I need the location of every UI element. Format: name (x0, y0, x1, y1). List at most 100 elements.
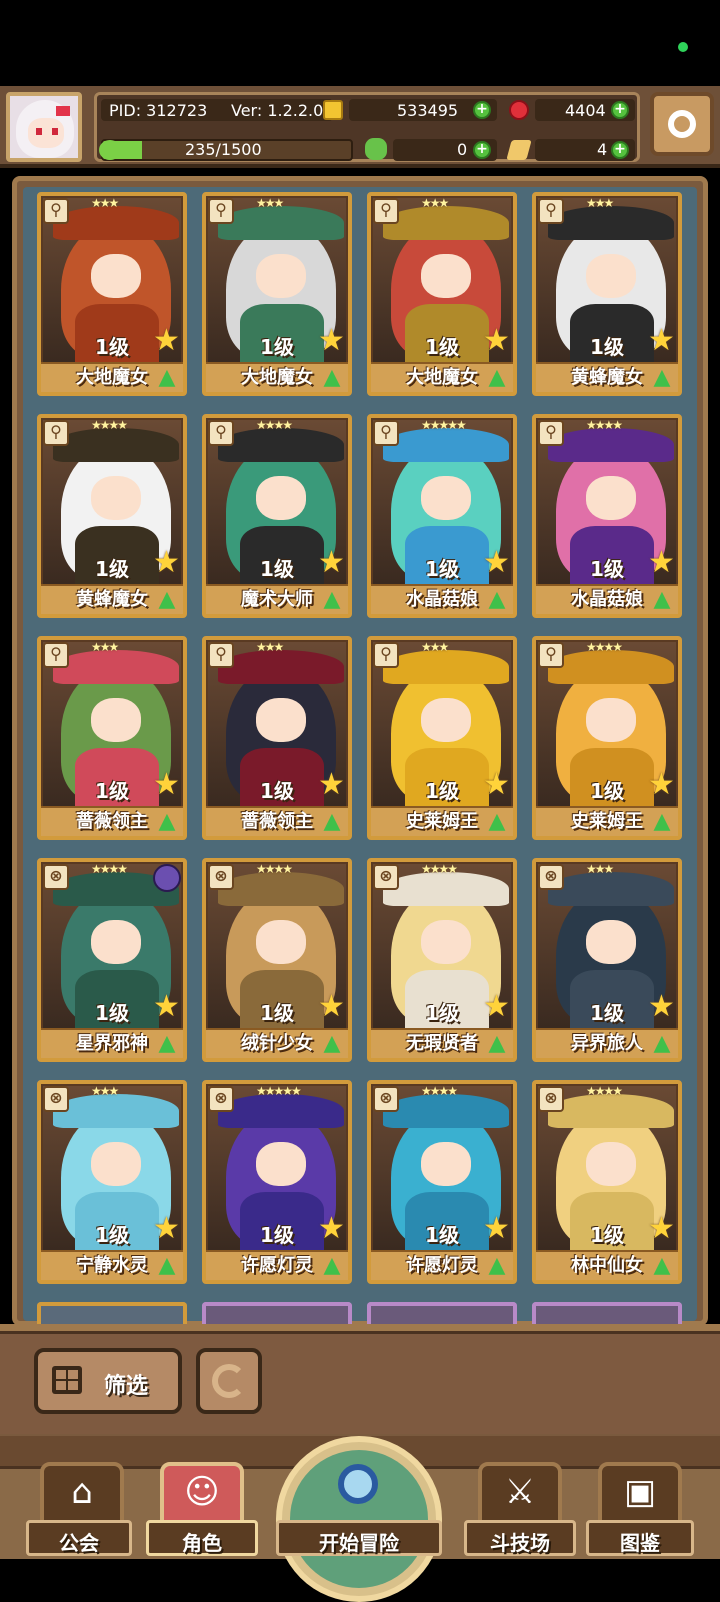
target-icon: ⊗ (538, 1086, 564, 1112)
star-icon: ★ (648, 545, 675, 580)
key-icon: ⚲ (43, 642, 69, 668)
rarity-stars: ★★★★ (586, 418, 623, 432)
upgrade-arrow-icon[interactable]: ▲ (483, 1032, 511, 1056)
upgrade-arrow-icon[interactable]: ▲ (153, 1254, 181, 1278)
refresh-button[interactable] (196, 1348, 262, 1414)
upgrade-arrow-icon[interactable]: ▲ (483, 1254, 511, 1278)
magnifier-icon (338, 1464, 378, 1504)
star-icon: ★ (153, 989, 180, 1024)
character-card[interactable]: ⊗ ★★★ 1级 ★ 宁静水灵 ▲ (37, 1080, 187, 1284)
character-card[interactable]: ⊗ ★★★★ 1级 ★ 无瑕贤者 ▲ (367, 858, 517, 1062)
character-card[interactable]: ⚲ ★★★★ 1级 ★ 水晶菇娘 ▲ (532, 414, 682, 618)
rarity-stars: ★★★ (421, 196, 449, 210)
character-card[interactable]: ⊗ ★★★★ 1级 ★ 绒针少女 ▲ (202, 858, 352, 1062)
character-card[interactable]: ⚲ ★★★ 1级 ★ 蔷薇领主 ▲ (202, 636, 352, 840)
key-icon: ⚲ (373, 420, 399, 446)
star-icon: ★ (648, 767, 675, 802)
upgrade-arrow-icon[interactable]: ▲ (483, 810, 511, 834)
target-icon: ⊗ (208, 864, 234, 890)
star-icon: ★ (318, 989, 345, 1024)
character-card[interactable]: ⊗ ★★★★ 1级 ★ 林中仙女 ▲ (532, 1080, 682, 1284)
star-icon: ★ (153, 323, 180, 358)
character-card[interactable]: ⚲ ★★★ 1级 ★ 大地魔女 ▲ (37, 192, 187, 396)
nav-label-arena-box[interactable]: 斗技场 (464, 1520, 576, 1556)
key-icon: ⚲ (538, 420, 564, 446)
star-icon: ★ (153, 1211, 180, 1246)
star-icon: ★ (483, 767, 510, 802)
upgrade-arrow-icon[interactable]: ▲ (153, 810, 181, 834)
crossed-swords-icon: ⚔ (504, 1472, 536, 1512)
upgrade-arrow-icon[interactable]: ▲ (318, 1254, 346, 1278)
rarity-stars: ★★★★★ (421, 418, 467, 432)
star-icon: ★ (318, 1211, 345, 1246)
star-icon: ★ (483, 1211, 510, 1246)
star-icon: ★ (153, 767, 180, 802)
rarity-stars: ★★★★★ (256, 1084, 302, 1098)
upgrade-arrow-icon[interactable]: ▲ (648, 366, 676, 390)
key-icon: ⚲ (208, 420, 234, 446)
rarity-stars: ★★★ (91, 196, 119, 210)
upgrade-arrow-icon[interactable]: ▲ (318, 588, 346, 612)
target-icon: ⊗ (43, 1086, 69, 1112)
rarity-stars: ★★★★ (421, 862, 458, 876)
rarity-stars: ★★★ (586, 862, 614, 876)
character-card[interactable]: ⚲ ★★★ 1级 ★ 史莱姆王 ▲ (367, 636, 517, 840)
rarity-stars: ★★★★ (586, 1084, 623, 1098)
target-icon: ⊗ (373, 1086, 399, 1112)
star-icon: ★ (318, 323, 345, 358)
upgrade-arrow-icon[interactable]: ▲ (153, 588, 181, 612)
character-card[interactable]: ⊗ ★★★ 1级 ★ 异界旅人 ▲ (532, 858, 682, 1062)
refresh-icon (212, 1364, 246, 1398)
nav-label-codex: 图鉴 (620, 1531, 660, 1555)
target-icon: ⊗ (373, 864, 399, 890)
character-card[interactable]: ⚲ ★★★ 1级 ★ 黄蜂魔女 ▲ (532, 192, 682, 396)
character-card[interactable]: ⊗ ★★★★ 1级 ★ 星界邪神 ▲ (37, 858, 187, 1062)
target-icon: ⊗ (208, 1086, 234, 1112)
upgrade-arrow-icon[interactable]: ▲ (318, 1032, 346, 1056)
nav-label-character-box[interactable]: 角色 (146, 1520, 258, 1556)
upgrade-arrow-icon[interactable]: ▲ (648, 588, 676, 612)
star-icon: ★ (318, 545, 345, 580)
character-card[interactable]: ⊗ ★★★★★ 1级 ★ 许愿灯灵 ▲ (202, 1080, 352, 1284)
nav-label-adventure-box[interactable]: 开始冒险 (276, 1520, 442, 1556)
nav-label-guild-box[interactable]: 公会 (26, 1520, 132, 1556)
character-card[interactable]: ⚲ ★★★★ 1级 ★ 魔术大师 ▲ (202, 414, 352, 618)
upgrade-arrow-icon[interactable]: ▲ (153, 1032, 181, 1056)
star-icon: ★ (483, 989, 510, 1024)
character-card[interactable]: ⚲ ★★★ 1级 ★ 大地魔女 ▲ (202, 192, 352, 396)
guild-icon: ⌂ (71, 1472, 93, 1512)
key-icon: ⚲ (538, 198, 564, 224)
rarity-stars: ★★★★ (256, 862, 293, 876)
nav-label-codex-box[interactable]: 图鉴 (586, 1520, 694, 1556)
filter-label: 筛选 (104, 1374, 149, 1399)
upgrade-arrow-icon[interactable]: ▲ (483, 366, 511, 390)
nav-label-character: 角色 (182, 1531, 222, 1555)
rarity-stars: ★★★★ (91, 862, 128, 876)
upgrade-arrow-icon[interactable]: ▲ (153, 366, 181, 390)
character-card[interactable]: ⚲ ★★★★★ 1级 ★ 水晶菇娘 ▲ (367, 414, 517, 618)
upgrade-arrow-icon[interactable]: ▲ (318, 810, 346, 834)
upgrade-arrow-icon[interactable]: ▲ (483, 588, 511, 612)
star-icon: ★ (648, 323, 675, 358)
star-icon: ★ (153, 545, 180, 580)
key-icon: ⚲ (538, 642, 564, 668)
orb-icon (153, 864, 181, 892)
upgrade-arrow-icon[interactable]: ▲ (648, 1032, 676, 1056)
rarity-stars: ★★★ (421, 640, 449, 654)
character-card[interactable]: ⚲ ★★★ 1级 ★ 蔷薇领主 ▲ (37, 636, 187, 840)
rarity-stars: ★★★ (256, 196, 284, 210)
rarity-stars: ★★★ (91, 1084, 119, 1098)
character-card[interactable]: ⊗ ★★★★ 1级 ★ 许愿灯灵 ▲ (367, 1080, 517, 1284)
character-card[interactable]: ⚲ ★★★ 1级 ★ 大地魔女 ▲ (367, 192, 517, 396)
star-icon: ★ (318, 767, 345, 802)
grid-icon (52, 1366, 82, 1394)
rarity-stars: ★★★ (256, 640, 284, 654)
star-icon: ★ (483, 323, 510, 358)
star-icon: ★ (648, 1211, 675, 1246)
character-card[interactable]: ⚲ ★★★★ 1级 ★ 黄蜂魔女 ▲ (37, 414, 187, 618)
upgrade-arrow-icon[interactable]: ▲ (648, 810, 676, 834)
upgrade-arrow-icon[interactable]: ▲ (648, 1254, 676, 1278)
upgrade-arrow-icon[interactable]: ▲ (318, 366, 346, 390)
character-card[interactable]: ⚲ ★★★★ 1级 ★ 史莱姆王 ▲ (532, 636, 682, 840)
filter-button[interactable]: 筛选 (34, 1348, 182, 1414)
